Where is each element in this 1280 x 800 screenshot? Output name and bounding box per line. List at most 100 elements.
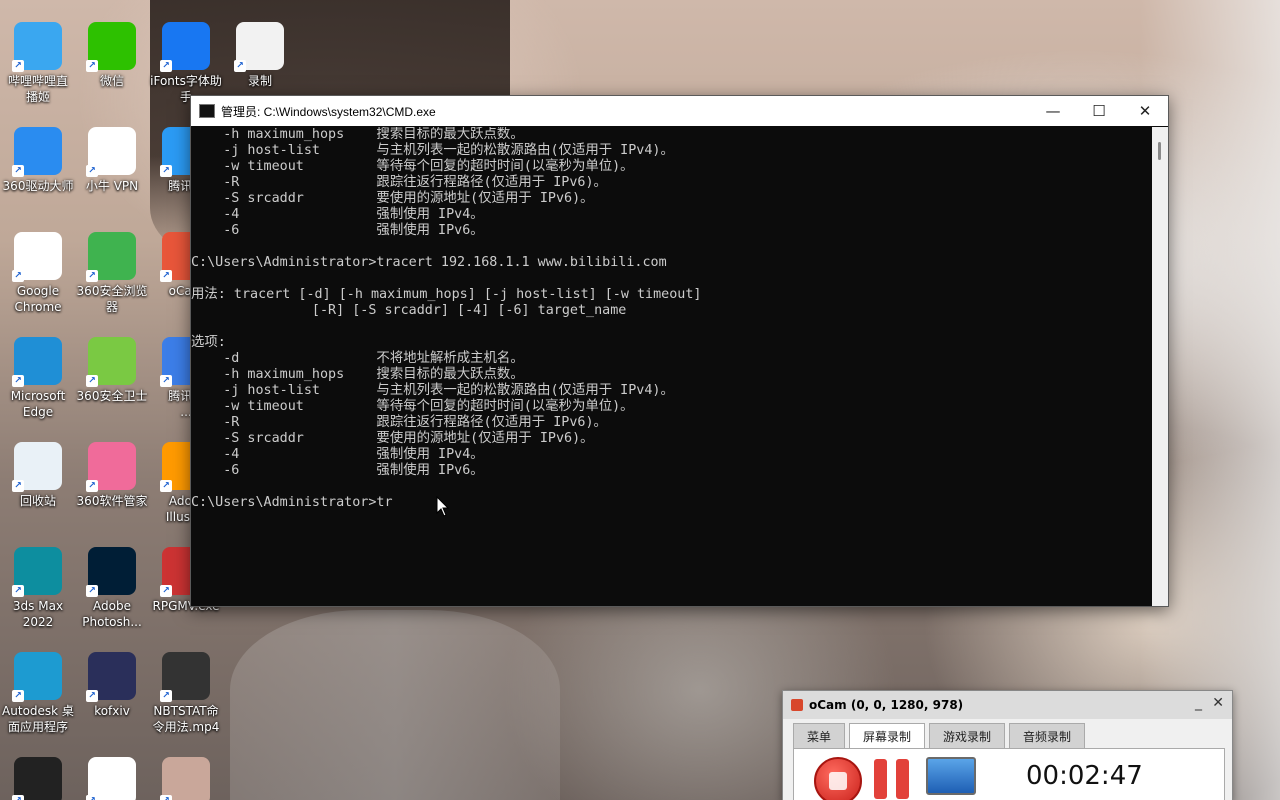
desktop-icon-label: NBTSTAT命 令用法.mp4 (152, 704, 220, 734)
shortcut-arrow-icon: ↗ (12, 60, 24, 72)
recording-timer: 00:02:47 (1026, 761, 1143, 791)
desktop-icon[interactable]: ↗ Autodesk 桌面应用程序 (0, 652, 76, 735)
app-icon: ↗ (12, 127, 62, 177)
ocam-tab[interactable]: 游戏录制 (929, 723, 1006, 749)
screen-area-button[interactable] (926, 757, 976, 795)
desktop-icon-label: Adobe Photosh... (82, 599, 142, 629)
shortcut-arrow-icon: ↗ (12, 585, 24, 597)
desktop-icon-label: 360安全浏览器 (76, 284, 148, 314)
desktop-icon[interactable]: ↗ (74, 757, 150, 800)
app-icon: ↗ (12, 757, 62, 800)
desktop-icon-label: Autodesk 桌面应用程序 (2, 704, 74, 734)
desktop-icon-label: 360软件管家 (76, 494, 148, 508)
desktop-icon-label: 3ds Max 2022 (12, 599, 64, 629)
desktop-icon[interactable]: ↗ 微信 (74, 22, 150, 89)
shortcut-arrow-icon: ↗ (160, 165, 172, 177)
ocam-tab[interactable]: 菜单 (793, 723, 846, 749)
close-button[interactable]: ✕ (1122, 96, 1168, 126)
desktop-icon[interactable]: ↗ 哔哩哔哩直 播姬 (0, 22, 76, 105)
desktop-icon[interactable]: ↗ Adobe Photosh... (74, 547, 150, 630)
shortcut-arrow-icon: ↗ (160, 795, 172, 800)
scrollbar[interactable] (1152, 127, 1168, 606)
app-icon: ↗ (160, 757, 210, 800)
desktop-icon[interactable]: ↗ (148, 757, 224, 800)
minimize-button[interactable]: — (1030, 96, 1076, 126)
desktop-icon[interactable]: ↗ 回收站 (0, 442, 76, 509)
shortcut-arrow-icon: ↗ (86, 375, 98, 387)
shortcut-arrow-icon: ↗ (86, 585, 98, 597)
ocam-window[interactable]: oCam (0, 0, 1280, 978) _ ✕ 菜单 屏幕录制 游戏录制 音频录… (782, 690, 1233, 800)
shortcut-arrow-icon: ↗ (160, 690, 172, 702)
desktop-icon-label: kofxiv (94, 704, 130, 718)
app-icon: ↗ (234, 22, 284, 72)
app-icon: ↗ (86, 232, 136, 282)
maximize-button[interactable]: ☐ (1076, 96, 1122, 126)
shortcut-arrow-icon: ↗ (234, 60, 246, 72)
ocam-tabs: 菜单 屏幕录制 游戏录制 音频录制 (793, 723, 1089, 749)
desktop-icon-label: 录制 (247, 74, 272, 88)
desktop-icon[interactable]: ↗ NBTSTAT命 令用法.mp4 (148, 652, 224, 735)
ocam-minimize-button[interactable]: _ (1195, 695, 1202, 711)
shortcut-arrow-icon: ↗ (160, 585, 172, 597)
ocam-panel: 00:02:47 (793, 748, 1225, 800)
shortcut-arrow-icon: ↗ (86, 690, 98, 702)
ocam-close-button[interactable]: ✕ (1212, 695, 1224, 711)
app-icon: ↗ (86, 337, 136, 387)
record-stop-button[interactable] (814, 757, 862, 800)
app-icon: ↗ (12, 652, 62, 702)
ocam-tab[interactable]: 音频录制 (1009, 723, 1086, 749)
desktop-icon[interactable]: ↗ 小牛 VPN (74, 127, 150, 194)
console-output: -h maximum_hops 搜索目标的最大跃点数。 -j host-list… (191, 127, 702, 510)
desktop-icon[interactable]: ↗ (0, 757, 76, 800)
shortcut-arrow-icon: ↗ (160, 270, 172, 282)
app-icon: ↗ (12, 337, 62, 387)
desktop-icon[interactable]: ↗ 3ds Max 2022 (0, 547, 76, 630)
ocam-title: oCam (0, 0, 1280, 978) (809, 698, 964, 712)
app-icon: ↗ (12, 22, 62, 72)
desktop-icon[interactable]: ↗ 360驱动大师 (0, 127, 76, 194)
desktop-icon-label: 哔哩哔哩直 播姬 (7, 74, 68, 104)
cmd-console[interactable]: -h maximum_hops 搜索目标的最大跃点数。 -j host-list… (191, 127, 1152, 606)
pause-button[interactable] (874, 759, 912, 799)
app-icon: ↗ (12, 442, 62, 492)
desktop-icon[interactable]: ↗ 360安全卫士 (74, 337, 150, 404)
desktop-icon[interactable]: ↗ 360软件管家 (74, 442, 150, 509)
shortcut-arrow-icon: ↗ (86, 165, 98, 177)
shortcut-arrow-icon: ↗ (12, 375, 24, 387)
desktop-icon[interactable]: ↗ iFonts字体助手 (148, 22, 224, 105)
app-icon: ↗ (86, 652, 136, 702)
app-icon: ↗ (160, 652, 210, 702)
app-icon: ↗ (86, 22, 136, 72)
desktop-icon-label: 微信 (99, 74, 124, 88)
shortcut-arrow-icon: ↗ (12, 270, 24, 282)
mouse-cursor-icon (436, 496, 450, 517)
shortcut-arrow-icon: ↗ (12, 165, 24, 177)
app-icon: ↗ (86, 757, 136, 800)
cmd-title: 管理员: C:\Windows\system32\CMD.exe (221, 104, 436, 119)
desktop-icon[interactable]: ↗ kofxiv (74, 652, 150, 719)
cmd-icon (199, 104, 215, 118)
ocam-titlebar[interactable]: oCam (0, 0, 1280, 978) _ ✕ (783, 691, 1232, 719)
ocam-tab[interactable]: 屏幕录制 (849, 723, 926, 749)
scrollbar-thumb[interactable] (1158, 142, 1161, 160)
shortcut-arrow-icon: ↗ (86, 60, 98, 72)
shortcut-arrow-icon: ↗ (160, 375, 172, 387)
shortcut-arrow-icon: ↗ (86, 795, 98, 800)
desktop-icon[interactable]: ↗ Microsoft Edge (0, 337, 76, 420)
shortcut-arrow-icon: ↗ (86, 270, 98, 282)
cmd-titlebar[interactable]: 管理员: C:\Windows\system32\CMD.exe — ☐ ✕ (191, 96, 1168, 126)
shortcut-arrow-icon: ↗ (12, 795, 24, 800)
shortcut-arrow-icon: ↗ (86, 480, 98, 492)
app-icon: ↗ (12, 547, 62, 597)
desktop-icon-label: 360安全卫士 (76, 389, 148, 403)
desktop-icon[interactable]: ↗ Google Chrome (0, 232, 76, 315)
desktop-icon[interactable]: ↗ 录制 (222, 22, 298, 89)
wallpaper-glass (230, 610, 560, 800)
desktop-icon-label: 360驱动大师 (2, 179, 74, 193)
cmd-window[interactable]: 管理员: C:\Windows\system32\CMD.exe — ☐ ✕ -… (190, 95, 1169, 607)
desktop-icon[interactable]: ↗ 360安全浏览器 (74, 232, 150, 315)
app-icon: ↗ (86, 442, 136, 492)
desktop-icon-label: Microsoft Edge (10, 389, 66, 419)
app-icon: ↗ (86, 547, 136, 597)
app-icon: ↗ (86, 127, 136, 177)
